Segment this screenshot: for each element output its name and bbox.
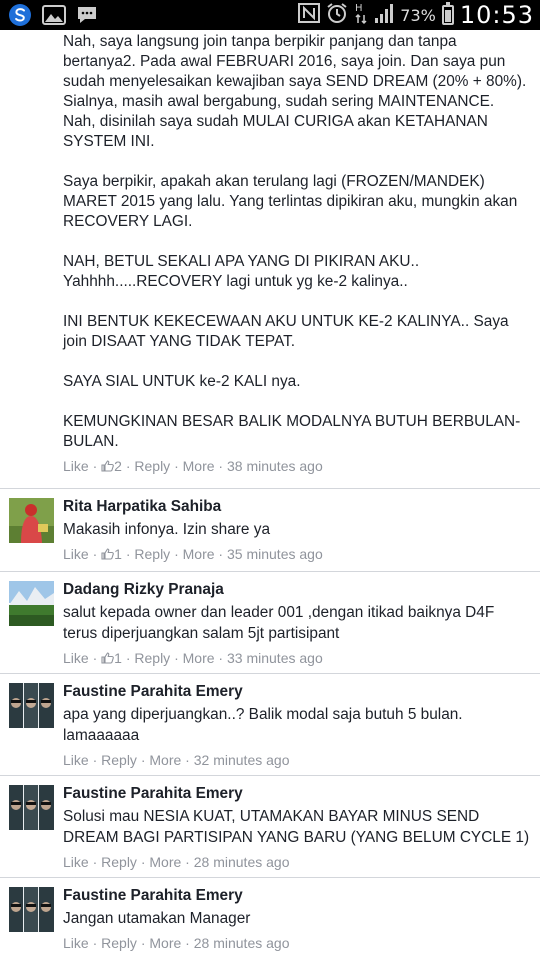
comment: Faustine Parahita Emery Jangan utamakan … [0,878,540,962]
status-bar: H 73% 10:53 [0,0,540,30]
reply-link[interactable]: Reply [134,546,170,562]
comment-text: salut kepada owner dan leader 001 ,denga… [63,604,495,642]
thumbs-up-icon [101,650,114,666]
like-link[interactable]: Like [63,458,89,474]
reply-link[interactable]: Reply [101,752,137,768]
comment-main: Nah, saya langsung join tanpa berpikir p… [0,30,540,489]
comment: Rita Harpatika Sahiba Makasih infonya. I… [0,489,540,572]
comment-actions: Like · Reply · More · 32 minutes ago [63,752,290,768]
thumbs-up-icon [101,546,114,562]
more-link[interactable]: More [149,854,181,870]
avatar[interactable] [9,785,54,830]
more-link[interactable]: More [183,458,215,474]
avatar[interactable] [9,581,54,626]
avatar[interactable] [9,683,54,728]
nfc-icon [298,3,321,27]
comment-paragraph: Nah, saya langsung join tanpa berpikir p… [63,33,527,150]
app-s-icon [8,3,32,32]
like-count: 1 [114,650,122,666]
like-link[interactable]: Like [63,854,89,870]
battery-percent: 73% [400,5,436,25]
commenter-name[interactable]: Faustine Parahita Emery [63,784,530,804]
comment-actions: Like · 2 · Reply · More · 38 minutes ago [63,458,323,474]
avatar[interactable] [9,498,54,543]
comment-text: Solusi mau NESIA KUAT, UTAMAKAN BAYAR MI… [63,808,530,846]
more-link[interactable]: More [149,752,181,768]
battery-icon [441,2,454,25]
gallery-icon [42,4,66,31]
commenter-name[interactable]: Faustine Parahita Emery [63,682,530,702]
comment-actions: Like · Reply · More · 28 minutes ago [63,854,290,870]
comment-body: Nah, saya langsung join tanpa berpikir p… [63,32,530,452]
alarm-icon [326,2,348,28]
like-count: 1 [114,546,122,562]
like-link[interactable]: Like [63,546,89,562]
comment-timestamp: 32 minutes ago [193,752,290,768]
reply-link[interactable]: Reply [134,458,170,474]
comment-timestamp: 33 minutes ago [227,650,323,666]
svg-text:H: H [355,3,363,14]
comment-actions: Like · 1 · Reply · More · 35 minutes ago [63,546,323,562]
message-icon [76,4,98,31]
comment-paragraph: Saya berpikir, apakah akan terulang lagi… [63,173,518,230]
comment-paragraph: INI BENTUK KEKECEWAAN AKU UNTUK KE-2 KAL… [63,313,509,350]
comment-text: apa yang diperjuangkan..? Balik modal sa… [63,706,463,744]
comment-timestamp: 28 minutes ago [193,854,290,870]
commenter-name[interactable]: Rita Harpatika Sahiba [63,497,530,517]
like-count: 2 [114,458,122,474]
comment-timestamp: 28 minutes ago [193,935,290,951]
more-link[interactable]: More [149,935,181,951]
comment-paragraph: SAYA SIAL UNTUK ke-2 KALI nya. [63,373,301,390]
like-link[interactable]: Like [63,650,89,666]
more-link[interactable]: More [183,546,215,562]
reply-link[interactable]: Reply [101,935,137,951]
signal-icon [374,2,394,28]
clock: 10:53 [459,1,534,29]
comment-actions: Like · 1 · Reply · More · 33 minutes ago [63,650,323,666]
comment-timestamp: 35 minutes ago [227,546,323,562]
commenter-name[interactable]: Dadang Rizky Pranaja [63,580,530,600]
like-link[interactable]: Like [63,935,89,951]
like-link[interactable]: Like [63,752,89,768]
comment: Dadang Rizky Pranaja salut kepada owner … [0,572,540,674]
comment-text: Jangan utamakan Manager [63,910,251,927]
more-link[interactable]: More [183,650,215,666]
avatar[interactable] [9,887,54,932]
comment-paragraph: KEMUNGKINAN BESAR BALIK MODALNYA BUTUH B… [63,413,521,450]
thumbs-up-icon [101,458,114,474]
comment-thread: Nah, saya langsung join tanpa berpikir p… [0,30,540,962]
comment-actions: Like · Reply · More · 28 minutes ago [63,935,290,951]
comment-text: Makasih infonya. Izin share ya [63,521,271,538]
reply-link[interactable]: Reply [101,854,137,870]
comment: Faustine Parahita Emery Solusi mau NESIA… [0,776,540,878]
network-h-icon: H [354,1,368,29]
comment: Faustine Parahita Emery apa yang diperju… [0,674,540,776]
reply-link[interactable]: Reply [134,650,170,666]
comment-paragraph: NAH, BETUL SEKALI APA YANG DI PIKIRAN AK… [63,253,420,290]
comment-timestamp: 38 minutes ago [227,458,323,474]
commenter-name[interactable]: Faustine Parahita Emery [63,886,530,906]
